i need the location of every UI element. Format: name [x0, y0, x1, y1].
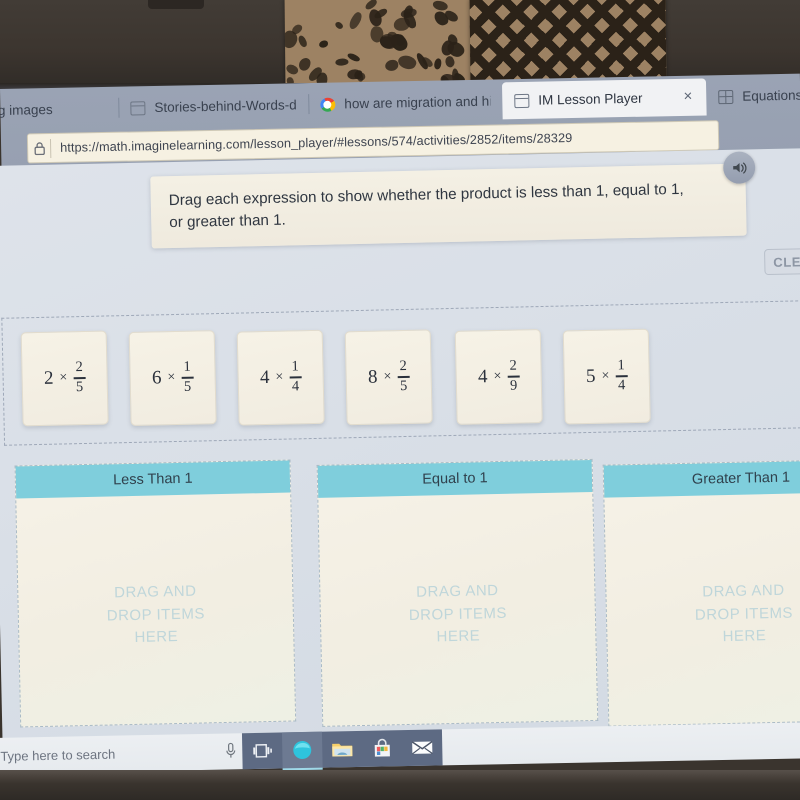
- expression-card[interactable]: 8 × 2 5: [344, 329, 433, 426]
- fraction-numerator: 2: [399, 358, 407, 375]
- browser-tab-3[interactable]: how are migration and hibe: [308, 82, 503, 123]
- multiplication-sign: ×: [275, 369, 284, 385]
- browser-tab-5[interactable]: Equations sol: [706, 76, 800, 115]
- card-whole-number: 4: [259, 366, 270, 389]
- drop-zone-title: Greater Than 1: [603, 459, 800, 498]
- drop-zone-title: Less Than 1: [15, 460, 291, 499]
- browser-tab-1[interactable]: Bing images: [0, 90, 119, 130]
- expression-card[interactable]: 4 × 1 4: [236, 329, 325, 426]
- file-explorer-icon[interactable]: [322, 731, 363, 768]
- chevron-print-tape: [469, 0, 667, 86]
- task-view-icon[interactable]: [242, 732, 283, 769]
- card-whole-number: 5: [585, 365, 596, 388]
- page-icon: [130, 100, 146, 115]
- fraction-denominator: 4: [617, 377, 626, 394]
- card-whole-number: 2: [43, 367, 54, 389]
- lesson-page: Drag each expression to show whether the…: [0, 147, 800, 746]
- edge-browser-icon[interactable]: [281, 731, 323, 771]
- fraction-numerator: 2: [509, 357, 517, 375]
- multiplication-sign: ×: [601, 368, 610, 384]
- card-fraction: 15: [181, 359, 194, 396]
- card-fraction: 14: [289, 358, 302, 395]
- mail-icon[interactable]: [402, 729, 443, 766]
- microphone-icon[interactable]: [225, 742, 236, 764]
- drop-zone[interactable]: Less Than 1 DRAG AND DROP ITEMS HERE: [14, 459, 297, 728]
- card-whole-number: 6: [151, 367, 162, 389]
- address-bar-divider: [49, 138, 52, 158]
- taskbar-search-input[interactable]: Type here to search: [0, 746, 115, 763]
- browser-tab-4[interactable]: IM Lesson Player ×: [501, 78, 707, 120]
- browser-tab-label: IM Lesson Player: [538, 90, 643, 108]
- fraction-numerator: 1: [183, 359, 191, 376]
- card-fraction: 25: [73, 359, 86, 396]
- drop-zone[interactable]: Equal to 1 DRAG AND DROP ITEMS HERE: [316, 458, 599, 727]
- fraction-numerator: 1: [291, 358, 299, 375]
- bezel-notch: [148, 0, 204, 9]
- google-icon: [320, 97, 336, 112]
- browser-tab-label: Stories-behind-Words-denc: [154, 97, 297, 116]
- instruction-panel: Drag each expression to show whether the…: [150, 163, 747, 249]
- expression-card[interactable]: 4 × 2 9: [454, 329, 543, 425]
- clear-button[interactable]: CLEAR: [763, 247, 800, 276]
- expression-card-tray[interactable]: 2 × 2 5 6 × 1 5 4 × 1 4 8 × 2 5 4 × 2 9 5 × 1 4: [1, 299, 800, 446]
- browser-tab-label: Equations sol: [742, 87, 800, 104]
- drop-zone[interactable]: Greater Than 1 DRAG AND DROP ITEMS HERE: [602, 458, 800, 727]
- card-fraction: 14: [615, 357, 628, 394]
- close-icon[interactable]: ×: [683, 88, 692, 105]
- drop-zone-placeholder: DRAG AND DROP ITEMS HERE: [106, 582, 206, 646]
- browser-tab-2[interactable]: Stories-behind-Words-denc: [118, 86, 309, 127]
- instruction-text: Drag each expression to show whether the…: [168, 180, 684, 232]
- multiplication-sign: ×: [167, 369, 176, 386]
- browser-tab-label: Bing images: [0, 101, 53, 119]
- multiplication-sign: ×: [383, 369, 392, 385]
- fraction-numerator: 2: [75, 359, 83, 376]
- multiplication-sign: ×: [493, 368, 502, 385]
- fraction-denominator: 9: [509, 377, 518, 394]
- multiplication-sign: ×: [59, 370, 68, 386]
- leopard-print-tape: [284, 0, 476, 85]
- expression-card[interactable]: 6 × 1 5: [128, 330, 217, 426]
- fraction-denominator: 5: [399, 378, 408, 395]
- fraction-denominator: 5: [75, 379, 84, 396]
- speaker-icon[interactable]: [722, 151, 756, 185]
- expression-card[interactable]: 2 × 2 5: [20, 330, 109, 427]
- grid-icon: [718, 89, 734, 104]
- address-bar-url: https://math.imaginelearning.com/lesson_…: [60, 131, 573, 155]
- expression-card[interactable]: 5 × 1 4: [562, 328, 651, 425]
- card-fraction: 29: [507, 357, 520, 394]
- fraction-denominator: 4: [291, 378, 300, 395]
- card-whole-number: 8: [367, 366, 378, 388]
- microsoft-store-icon[interactable]: [362, 730, 403, 767]
- desk-surface: [0, 770, 800, 800]
- browser-tab-label: how are migration and hibe: [344, 93, 491, 112]
- drop-zone-placeholder: DRAG AND DROP ITEMS HERE: [408, 582, 508, 646]
- drop-zone-title: Equal to 1: [317, 459, 593, 498]
- fraction-numerator: 1: [617, 357, 626, 374]
- lock-icon: [28, 141, 50, 156]
- card-whole-number: 4: [477, 366, 488, 388]
- fraction-denominator: 5: [183, 378, 192, 396]
- taskbar-pinned-apps[interactable]: [241, 729, 443, 771]
- photo-of-laptop-screen: Bing images Stories-behind-Words-denc how …: [0, 0, 800, 800]
- drop-zone-placeholder: DRAG AND DROP ITEMS HERE: [694, 581, 794, 646]
- page-icon: [514, 93, 530, 108]
- card-fraction: 25: [397, 358, 410, 395]
